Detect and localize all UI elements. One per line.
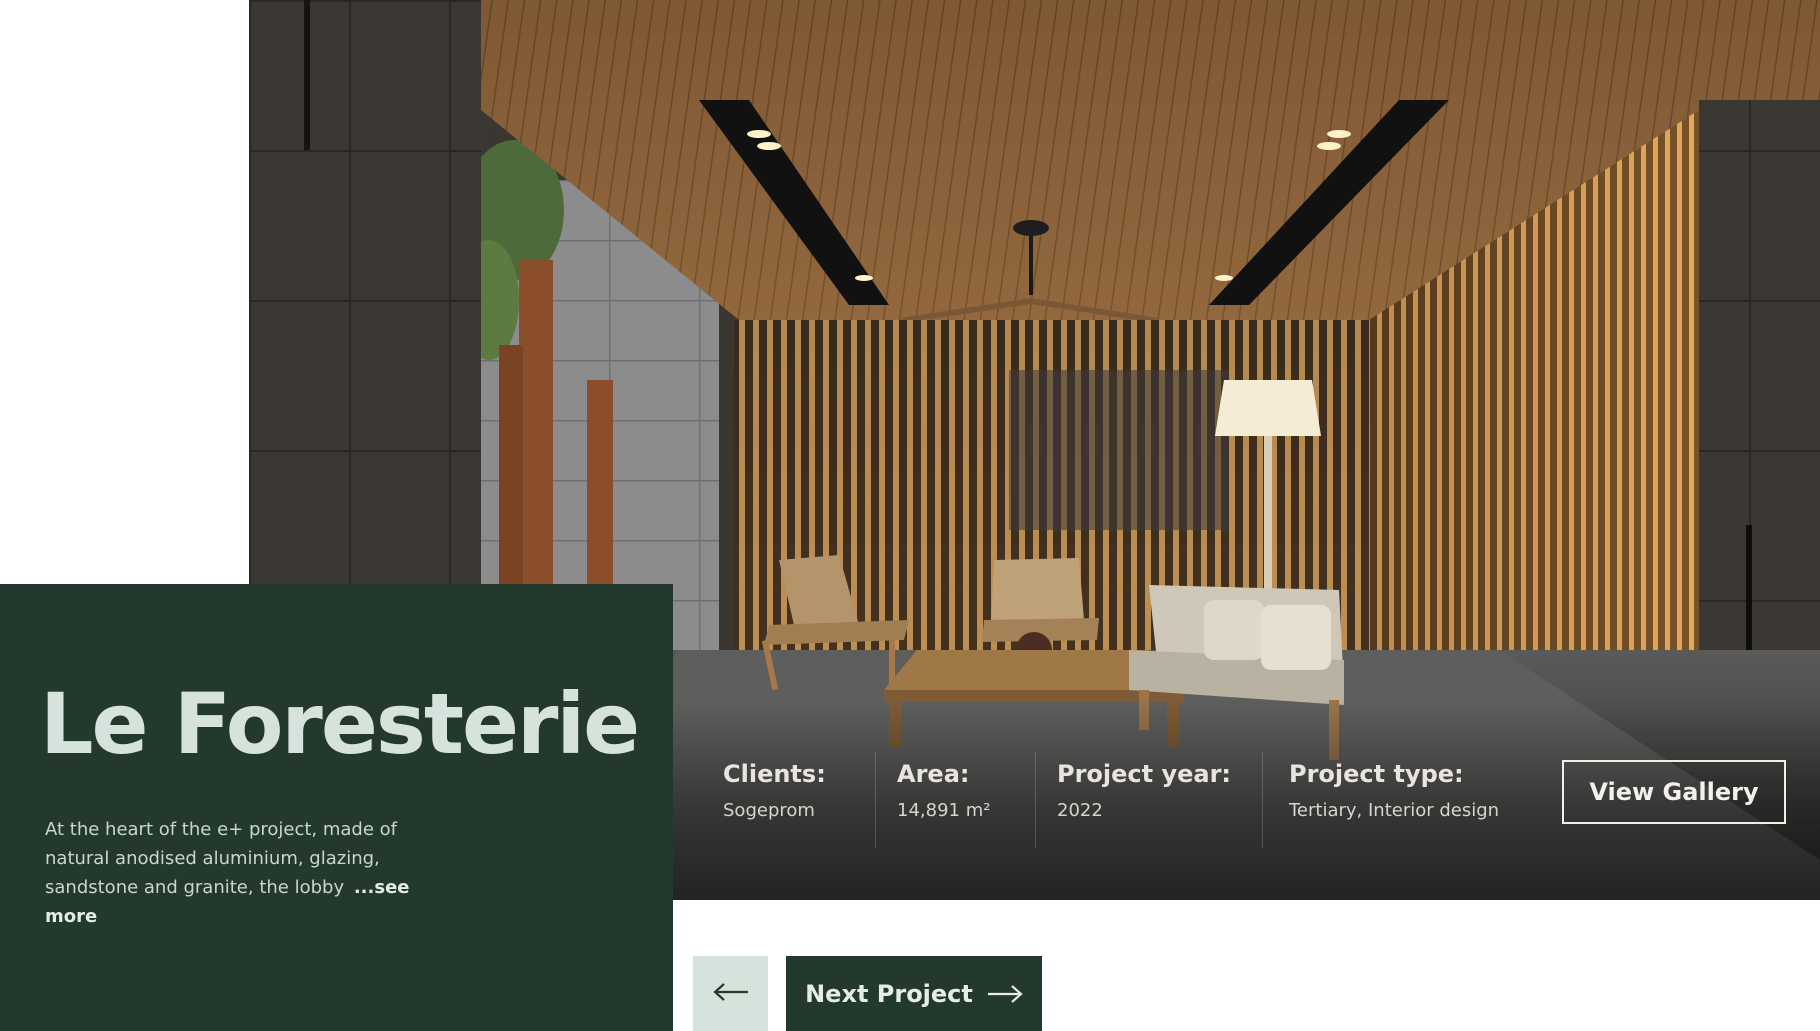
detail-value: 14,891 m² [897, 800, 991, 821]
detail-value: Tertiary, Interior design [1289, 800, 1500, 821]
details-divider [1262, 752, 1263, 848]
project-description: At the heart of the e+ project, made of … [45, 815, 465, 931]
details-divider [875, 752, 876, 848]
next-project-label: Next Project [805, 979, 973, 1008]
project-page: Clients: Sogeprom Area: 14,891 m² Projec… [0, 0, 1820, 1031]
arrow-right-icon [987, 984, 1023, 1004]
detail-label: Project type: [1289, 760, 1464, 788]
detail-label: Clients: [723, 760, 826, 788]
detail-label: Project year: [1057, 760, 1232, 788]
project-info-panel [0, 584, 673, 1031]
details-divider [1035, 752, 1036, 848]
next-project-button[interactable]: Next Project [786, 956, 1042, 1031]
project-title: Le Foresterie [40, 675, 640, 773]
detail-area: Area: 14,891 m² [897, 760, 990, 840]
project-description-text: At the heart of the e+ project, made of … [45, 819, 397, 898]
detail-value: 2022 [1057, 800, 1103, 821]
arrow-left-icon [712, 982, 749, 1005]
detail-clients: Clients: Sogeprom [723, 760, 826, 840]
detail-label: Area: [897, 760, 970, 788]
detail-value: Sogeprom [723, 800, 815, 821]
detail-project-year: Project year: 2022 [1057, 760, 1231, 840]
previous-project-button[interactable] [693, 956, 768, 1031]
view-gallery-button[interactable]: View Gallery [1562, 760, 1786, 824]
detail-project-type: Project type: Tertiary, Interior design [1289, 760, 1499, 840]
